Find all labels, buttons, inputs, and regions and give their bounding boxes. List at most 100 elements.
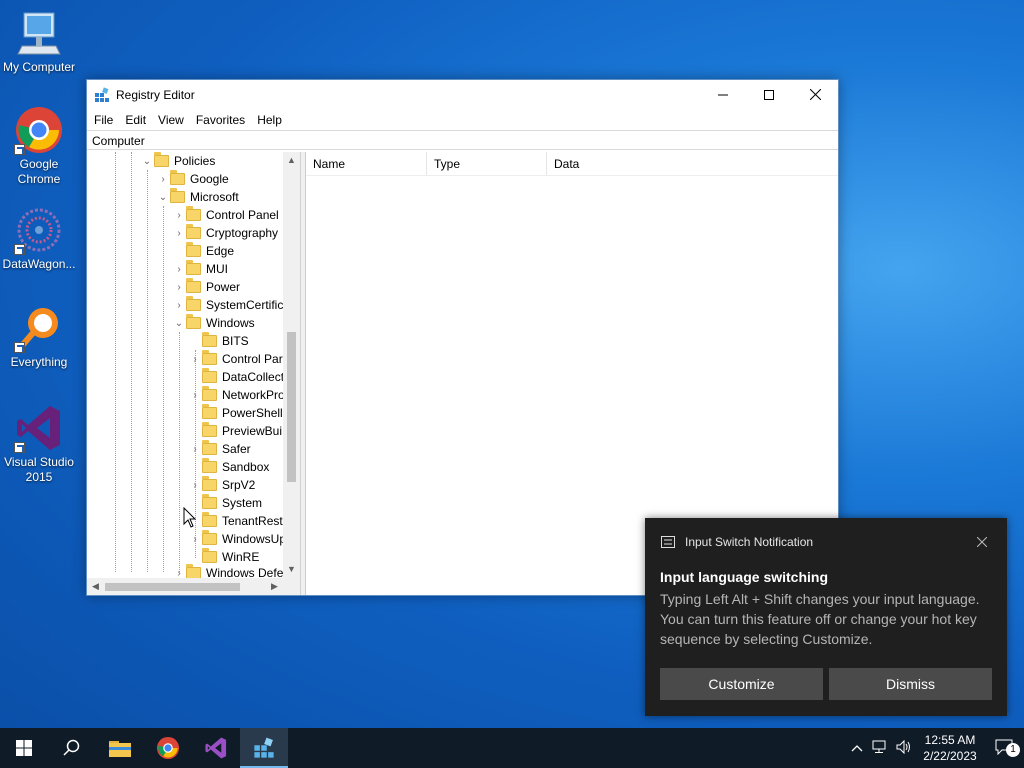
column-header-name[interactable]: Name	[306, 152, 427, 175]
column-header-data[interactable]: Data	[547, 152, 667, 175]
tree-item-datacollection[interactable]: DataCollect	[188, 368, 284, 386]
taskbar-file-explorer[interactable]	[96, 728, 144, 768]
tree-item-policies[interactable]: ⌄ Policies	[140, 152, 215, 170]
dismiss-button[interactable]: Dismiss	[829, 668, 992, 700]
taskbar-visual-studio[interactable]	[192, 728, 240, 768]
menu-edit[interactable]: Edit	[119, 113, 152, 127]
customize-button[interactable]: Customize	[660, 668, 823, 700]
tree-item-windowsupdate[interactable]: › WindowsUp	[188, 530, 286, 548]
scroll-left-icon[interactable]: ◀	[87, 578, 104, 595]
chevron-right-icon[interactable]: ›	[188, 386, 202, 404]
chevron-right-icon[interactable]: ›	[172, 206, 186, 224]
notification-heading: Input language switching	[660, 569, 828, 585]
desktop-icon-google-chrome[interactable]: Google Chrome	[0, 105, 78, 187]
tree-item-windows[interactable]: ⌄ Windows	[172, 314, 255, 332]
folder-icon	[186, 206, 201, 221]
tree-item-google[interactable]: › Google	[156, 170, 229, 188]
tree-item-label: MUI	[206, 262, 228, 276]
menu-file[interactable]: File	[88, 113, 119, 127]
scrollbar-thumb[interactable]	[105, 583, 240, 591]
tree-item-powershell[interactable]: PowerShell	[188, 404, 283, 422]
visual-studio-icon	[205, 737, 227, 759]
close-button[interactable]	[792, 80, 838, 109]
taskbar-registry-editor[interactable]	[240, 728, 288, 768]
chevron-down-icon[interactable]: ⌄	[172, 314, 186, 332]
menu-view[interactable]: View	[152, 113, 190, 127]
datawagon-icon	[14, 205, 64, 255]
tree-item-srpv2[interactable]: › SrpV2	[188, 476, 255, 494]
folder-icon	[202, 494, 217, 509]
action-center-button[interactable]: 1	[984, 739, 1024, 758]
folder-icon	[186, 314, 201, 329]
tree-item-control-panel[interactable]: › Control Panel	[172, 206, 279, 224]
chevron-right-icon[interactable]: ›	[172, 278, 186, 296]
desktop-icon-everything[interactable]: Everything	[0, 303, 78, 370]
folder-icon	[186, 260, 201, 275]
menu-favorites[interactable]: Favorites	[190, 113, 251, 127]
address-bar[interactable]: Computer	[87, 130, 838, 150]
chevron-down-icon[interactable]: ⌄	[140, 152, 154, 170]
notification-app-name: Input Switch Notification	[685, 535, 814, 549]
volume-button[interactable]	[892, 739, 916, 757]
desktop-icon-my-computer[interactable]: My Computer	[0, 8, 78, 75]
tree-item-control-panel-2[interactable]: › Control Par	[188, 350, 283, 368]
folder-icon	[202, 458, 217, 473]
taskbar-clock[interactable]: 12:55 AM 2/22/2023	[916, 732, 984, 764]
tree-item-bits[interactable]: BITS	[188, 332, 249, 350]
tree-item-edge[interactable]: Edge	[172, 242, 234, 260]
tree-item-safer[interactable]: › Safer	[188, 440, 251, 458]
keyboard-icon	[661, 536, 675, 548]
scroll-up-icon[interactable]: ▲	[283, 152, 300, 169]
chevron-right-icon[interactable]: ›	[156, 170, 170, 188]
notification-close-button[interactable]	[976, 534, 988, 550]
window-title: Registry Editor	[116, 87, 195, 102]
show-hidden-icons-button[interactable]	[846, 741, 868, 755]
menu-help[interactable]: Help	[251, 113, 288, 127]
notification-body: Typing Left Alt + Shift changes your inp…	[660, 591, 980, 647]
chevron-down-icon[interactable]: ⌄	[156, 188, 170, 206]
chevron-right-icon[interactable]: ›	[188, 350, 202, 368]
tree-item-sandbox[interactable]: Sandbox	[188, 458, 269, 476]
close-icon	[809, 89, 821, 100]
chevron-right-icon[interactable]: ›	[172, 260, 186, 278]
scroll-right-icon[interactable]: ▶	[266, 578, 283, 595]
tree-item-previewbuilds[interactable]: PreviewBui	[188, 422, 282, 440]
everything-search-icon	[14, 303, 64, 353]
tree-item-label: Windows	[206, 316, 255, 330]
minimize-button[interactable]	[700, 80, 746, 109]
tree-item-microsoft[interactable]: ⌄ Microsoft	[156, 188, 239, 206]
folder-icon	[154, 152, 169, 167]
tree-item-systemcertificates[interactable]: › SystemCertific	[172, 296, 283, 314]
search-button[interactable]	[48, 728, 96, 768]
tree-item-system[interactable]: System	[188, 494, 262, 512]
tree-item-mui[interactable]: › MUI	[172, 260, 228, 278]
title-bar[interactable]: Registry Editor	[87, 80, 838, 109]
maximize-icon	[764, 89, 774, 100]
tree-horizontal-scrollbar[interactable]: ◀ ▶	[87, 578, 300, 595]
chrome-icon	[14, 105, 64, 155]
chevron-right-icon[interactable]: ›	[188, 476, 202, 494]
tree-vertical-scrollbar[interactable]: ▲ ▼	[283, 152, 300, 578]
maximize-button[interactable]	[746, 80, 792, 109]
tree-item-label: PreviewBui	[222, 424, 283, 438]
tree-item-cryptography[interactable]: › Cryptography	[172, 224, 278, 242]
desktop-icon-datawagon[interactable]: DataWagon...	[0, 205, 78, 272]
tree-guide-line	[147, 170, 148, 572]
column-header-type[interactable]: Type	[427, 152, 547, 175]
taskbar-chrome[interactable]	[144, 728, 192, 768]
tree-item-power[interactable]: › Power	[172, 278, 240, 296]
chevron-right-icon[interactable]: ›	[188, 530, 202, 548]
chevron-right-icon[interactable]: ›	[172, 224, 186, 242]
tree-item-networkprovider[interactable]: › NetworkPro	[188, 386, 285, 404]
chevron-right-icon[interactable]: ›	[188, 440, 202, 458]
close-icon	[976, 536, 988, 548]
notification-count-badge: 1	[1006, 742, 1020, 757]
scroll-down-icon[interactable]: ▼	[283, 561, 300, 578]
scrollbar-thumb[interactable]	[287, 332, 296, 482]
chevron-right-icon[interactable]: ›	[172, 296, 186, 314]
tree-item-tenantrestrictions[interactable]: TenantRestr	[188, 512, 287, 530]
input-switch-notification[interactable]: Input Switch Notification Input language…	[645, 518, 1007, 716]
network-button[interactable]	[868, 740, 892, 757]
start-button[interactable]	[0, 728, 48, 768]
desktop-icon-visual-studio[interactable]: Visual Studio 2015	[0, 403, 78, 485]
